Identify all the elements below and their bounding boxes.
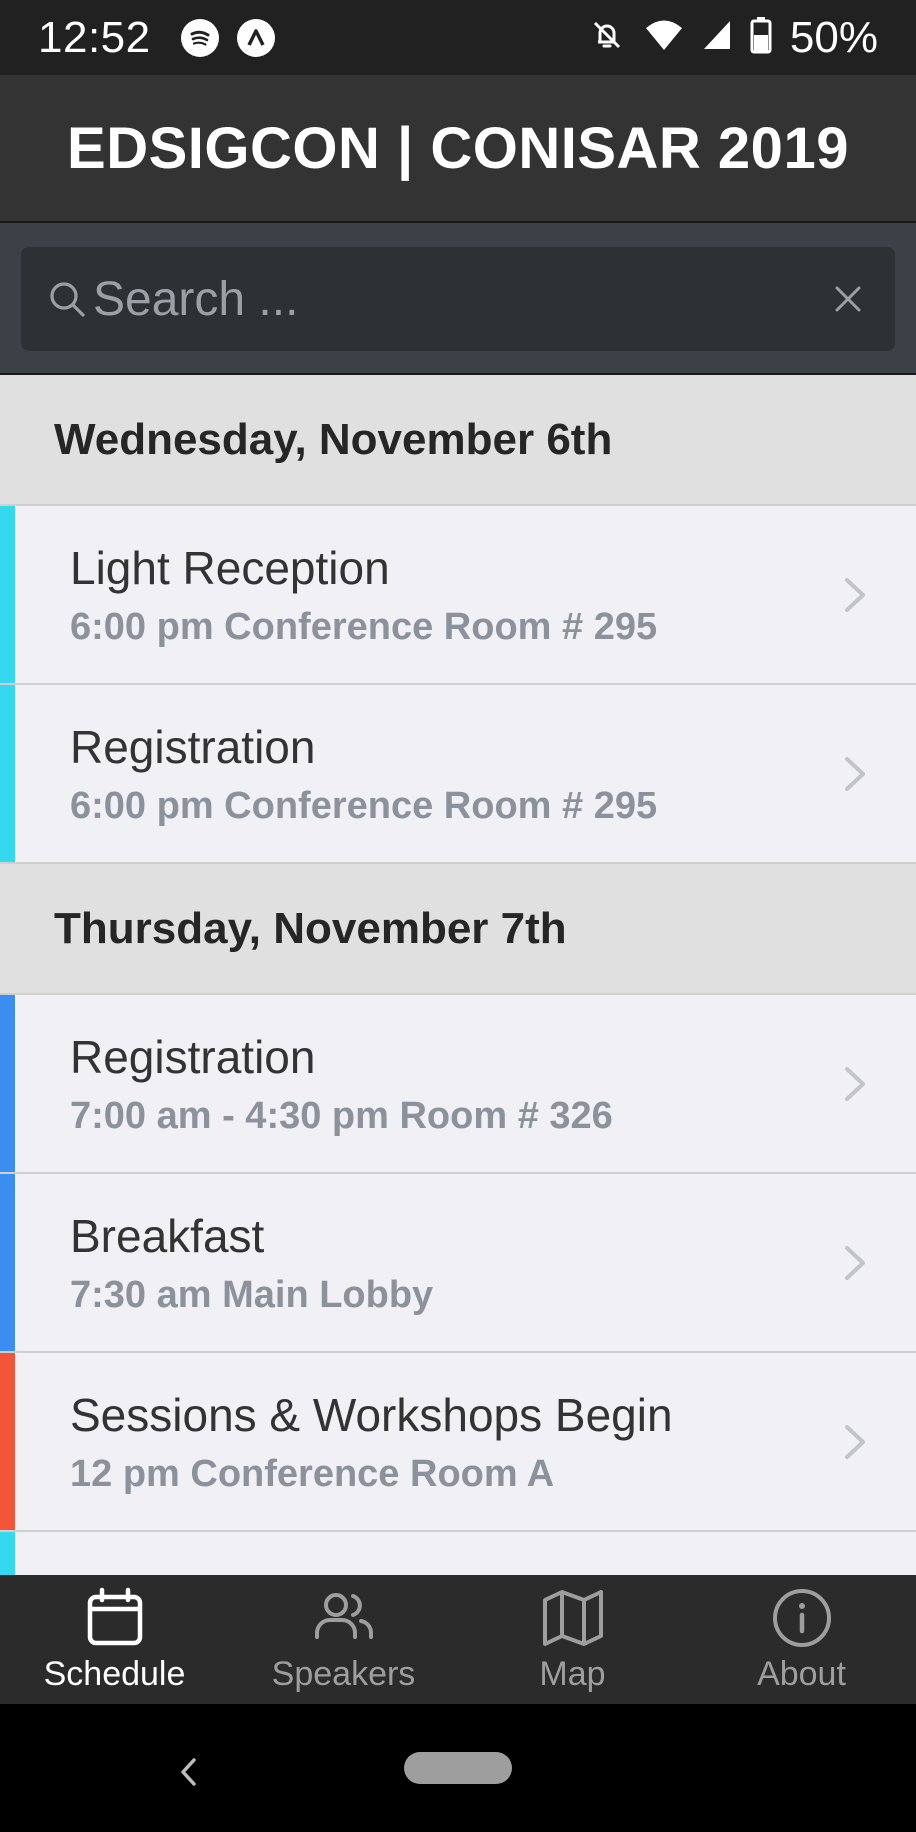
status-time: 12:52 (38, 12, 151, 62)
session-time-location: 7:30 am Main Lobby (70, 1273, 434, 1316)
close-icon[interactable] (831, 282, 865, 316)
session-title: Sessions & Workshops Begin (70, 1389, 673, 1442)
schedule-list: Wednesday, November 6th Light Reception … (0, 375, 916, 1575)
session-time-location: 12 pm Conference Room A (70, 1452, 555, 1495)
date-label: Wednesday, November 6th (54, 414, 613, 464)
tab-schedule[interactable]: Schedule (0, 1575, 229, 1704)
session-title: Registration (70, 721, 316, 774)
searchbar[interactable] (21, 247, 895, 351)
date-divider: Wednesday, November 6th (0, 375, 916, 506)
date-divider: Thursday, November 7th (0, 864, 916, 995)
app-notification-icon (236, 18, 275, 57)
track-color-bar (0, 506, 15, 683)
session-item-partial[interactable] (0, 1532, 916, 1575)
track-color-bar (0, 685, 15, 862)
battery-icon (750, 16, 772, 59)
session-title: Registration (70, 1031, 316, 1084)
wifi-icon (644, 18, 684, 57)
tab-map[interactable]: Map (458, 1575, 687, 1704)
tab-speakers[interactable]: Speakers (229, 1575, 458, 1704)
tab-label: Map (539, 1655, 606, 1693)
track-color-bar (0, 1174, 15, 1351)
search-input[interactable] (93, 271, 831, 327)
track-color-bar (0, 1532, 15, 1575)
tab-label: Schedule (43, 1655, 186, 1693)
chevron-right-icon (845, 577, 865, 612)
session-title: Breakfast (70, 1210, 265, 1263)
notifications-off-icon (588, 16, 626, 59)
page-title: EDSIGCON | CONISAR 2019 (67, 115, 849, 181)
chevron-right-icon (845, 1066, 865, 1101)
app-header: EDSIGCON | CONISAR 2019 (0, 75, 916, 223)
session-title: Light Reception (70, 542, 390, 595)
system-nav-bar (0, 1704, 916, 1832)
search-icon (50, 282, 85, 317)
search-toolbar (0, 223, 916, 375)
home-button[interactable] (404, 1752, 512, 1784)
info-icon (772, 1589, 831, 1647)
tab-about[interactable]: About (687, 1575, 916, 1704)
chevron-right-icon (845, 1424, 865, 1459)
session-time-location: 6:00 pm Conference Room # 295 (70, 605, 658, 648)
session-item[interactable]: Sessions & Workshops Begin 12 pm Confere… (0, 1353, 916, 1532)
battery-percent: 50% (789, 12, 878, 62)
status-bar: 12:52 50% (0, 0, 916, 75)
session-item[interactable]: Breakfast 7:30 am Main Lobby (0, 1174, 916, 1353)
track-color-bar (0, 995, 15, 1172)
tab-bar: Schedule Speakers Map About (0, 1575, 916, 1704)
chevron-right-icon (845, 1245, 865, 1280)
tab-label: Speakers (271, 1655, 416, 1693)
people-icon (314, 1593, 373, 1639)
session-time-location: 6:00 pm Conference Room # 295 (70, 784, 658, 827)
back-icon[interactable] (174, 1752, 204, 1792)
session-item[interactable]: Registration 7:00 am - 4:30 pm Room # 32… (0, 995, 916, 1174)
track-color-bar (0, 1353, 15, 1530)
session-item[interactable]: Light Reception 6:00 pm Conference Room … (0, 506, 916, 685)
cell-signal-icon (702, 19, 732, 56)
chevron-right-icon (845, 756, 865, 791)
session-time-location: 7:00 am - 4:30 pm Room # 326 (70, 1094, 613, 1137)
spotify-icon (180, 18, 219, 57)
tab-label: About (757, 1655, 846, 1693)
map-icon (542, 1590, 603, 1646)
date-label: Thursday, November 7th (54, 903, 567, 953)
calendar-icon (87, 1587, 142, 1646)
session-item[interactable]: Registration 6:00 pm Conference Room # 2… (0, 685, 916, 864)
